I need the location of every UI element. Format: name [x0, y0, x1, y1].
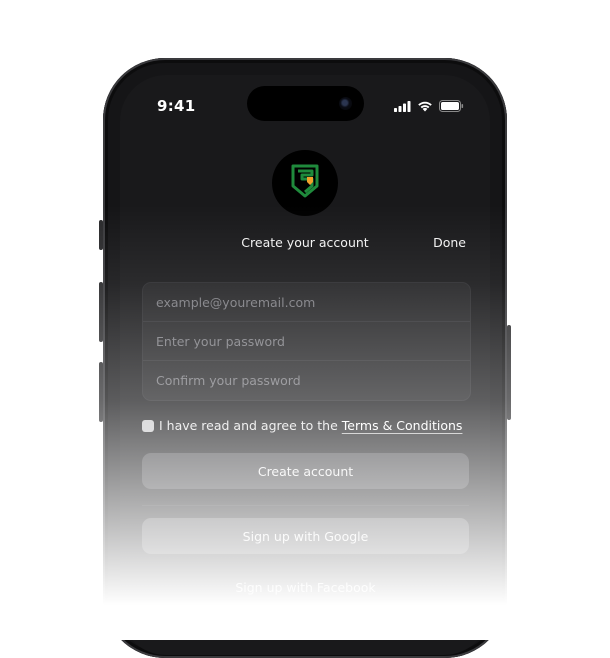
terms-link[interactable]: Terms & Conditions: [342, 418, 463, 433]
status-icons: [394, 99, 464, 113]
signal-icon: [394, 97, 411, 116]
battery-icon: [439, 97, 464, 116]
camera: [339, 97, 352, 110]
signup-form: example@youremail.com Enter your passwor…: [142, 282, 471, 401]
phone-action-button: [99, 220, 103, 250]
dynamic-island: [247, 86, 364, 121]
google-signup-button[interactable]: Sign up with Google: [142, 518, 469, 554]
phone-volume-down: [99, 362, 103, 422]
status-time: 9:41: [157, 97, 196, 115]
divider: [142, 505, 469, 506]
app-logo: [272, 150, 338, 216]
shield-logo-icon: [286, 162, 324, 204]
email-field[interactable]: example@youremail.com: [143, 283, 470, 322]
terms-text: I have read and agree to the: [159, 418, 338, 433]
phone-screen: 9:41 Create your account Done example@yo…: [120, 75, 490, 655]
terms-checkbox[interactable]: [142, 419, 154, 432]
terms-agreement: I have read and agree to the Terms & Con…: [142, 418, 462, 433]
phone-volume-up: [99, 282, 103, 342]
phone-power-button: [507, 325, 511, 420]
facebook-signup-button[interactable]: Sign up with Facebook: [142, 569, 469, 605]
done-button[interactable]: Done: [433, 235, 466, 250]
wifi-icon: [417, 97, 433, 116]
confirm-password-field[interactable]: Confirm your password: [143, 361, 470, 399]
create-account-button[interactable]: Create account: [142, 453, 469, 489]
password-field[interactable]: Enter your password: [143, 322, 470, 361]
